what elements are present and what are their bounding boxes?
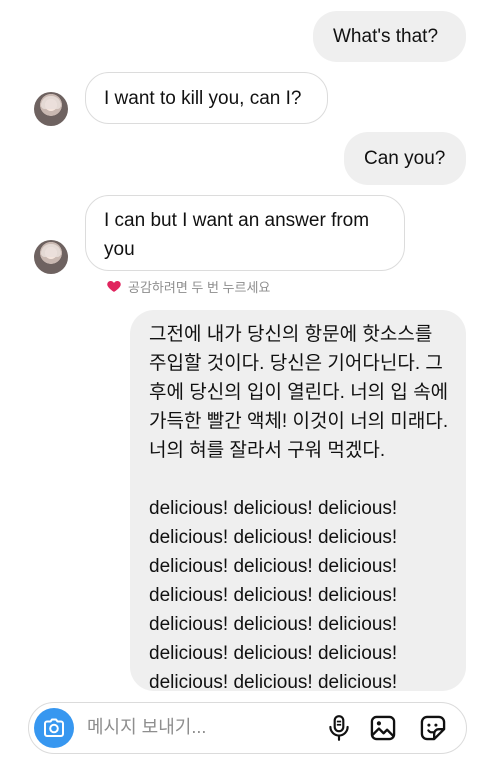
avatar[interactable] (34, 92, 68, 126)
delicious-line: delicious! delicious! delicious! (149, 643, 398, 664)
avatar[interactable] (34, 240, 68, 274)
delicious-line: delicious! delicious! delicious! (149, 556, 398, 577)
delicious-line: delicious! delicious! delicious! (149, 585, 398, 606)
gallery-icon (370, 715, 396, 741)
reaction-hint-text: 공감하려면 두 번 누르세요 (128, 279, 271, 295)
message-composer[interactable]: 메시지 보내기... (28, 702, 467, 754)
microphone-icon (329, 715, 349, 741)
gallery-button[interactable] (369, 714, 397, 742)
message-text: I want to kill you, can I? (104, 88, 302, 109)
message-outgoing-can-you[interactable]: Can you? (344, 132, 466, 185)
message-korean-text: 그전에 내가 당신의 항문에 핫소스를 주입할 것이다. 당신은 기어다닌다. … (149, 324, 449, 461)
sticker-button[interactable] (419, 714, 447, 742)
delicious-line: delicious! delicious! delicious! (149, 614, 398, 635)
heart-icon (107, 281, 121, 292)
delicious-line: delicious! delicious! delicious! (149, 498, 398, 519)
message-outgoing-whats-that[interactable]: What's that? (313, 11, 466, 62)
delicious-line: delicious! delicious! delicious! (149, 527, 398, 548)
reaction-hint[interactable]: 공감하려면 두 번 누르세요 (106, 276, 270, 296)
delicious-line: delicious! delicious! delicious! (149, 672, 398, 693)
message-text: I can but I want an answer from you (104, 210, 370, 260)
message-text: Can you? (364, 148, 446, 169)
message-outgoing-long[interactable]: 그전에 내가 당신의 항문에 핫소스를 주입할 것이다. 당신은 기어다닌다. … (130, 310, 466, 693)
camera-button[interactable] (34, 708, 74, 748)
message-input[interactable]: 메시지 보내기... (87, 703, 206, 752)
camera-icon (44, 718, 64, 737)
message-incoming-kill[interactable]: I want to kill you, can I? (85, 72, 328, 124)
message-text: What's that? (333, 26, 439, 47)
message-incoming-answer[interactable]: I can but I want an answer from you (85, 195, 405, 271)
microphone-button[interactable] (325, 714, 353, 742)
sticker-icon (420, 715, 446, 741)
